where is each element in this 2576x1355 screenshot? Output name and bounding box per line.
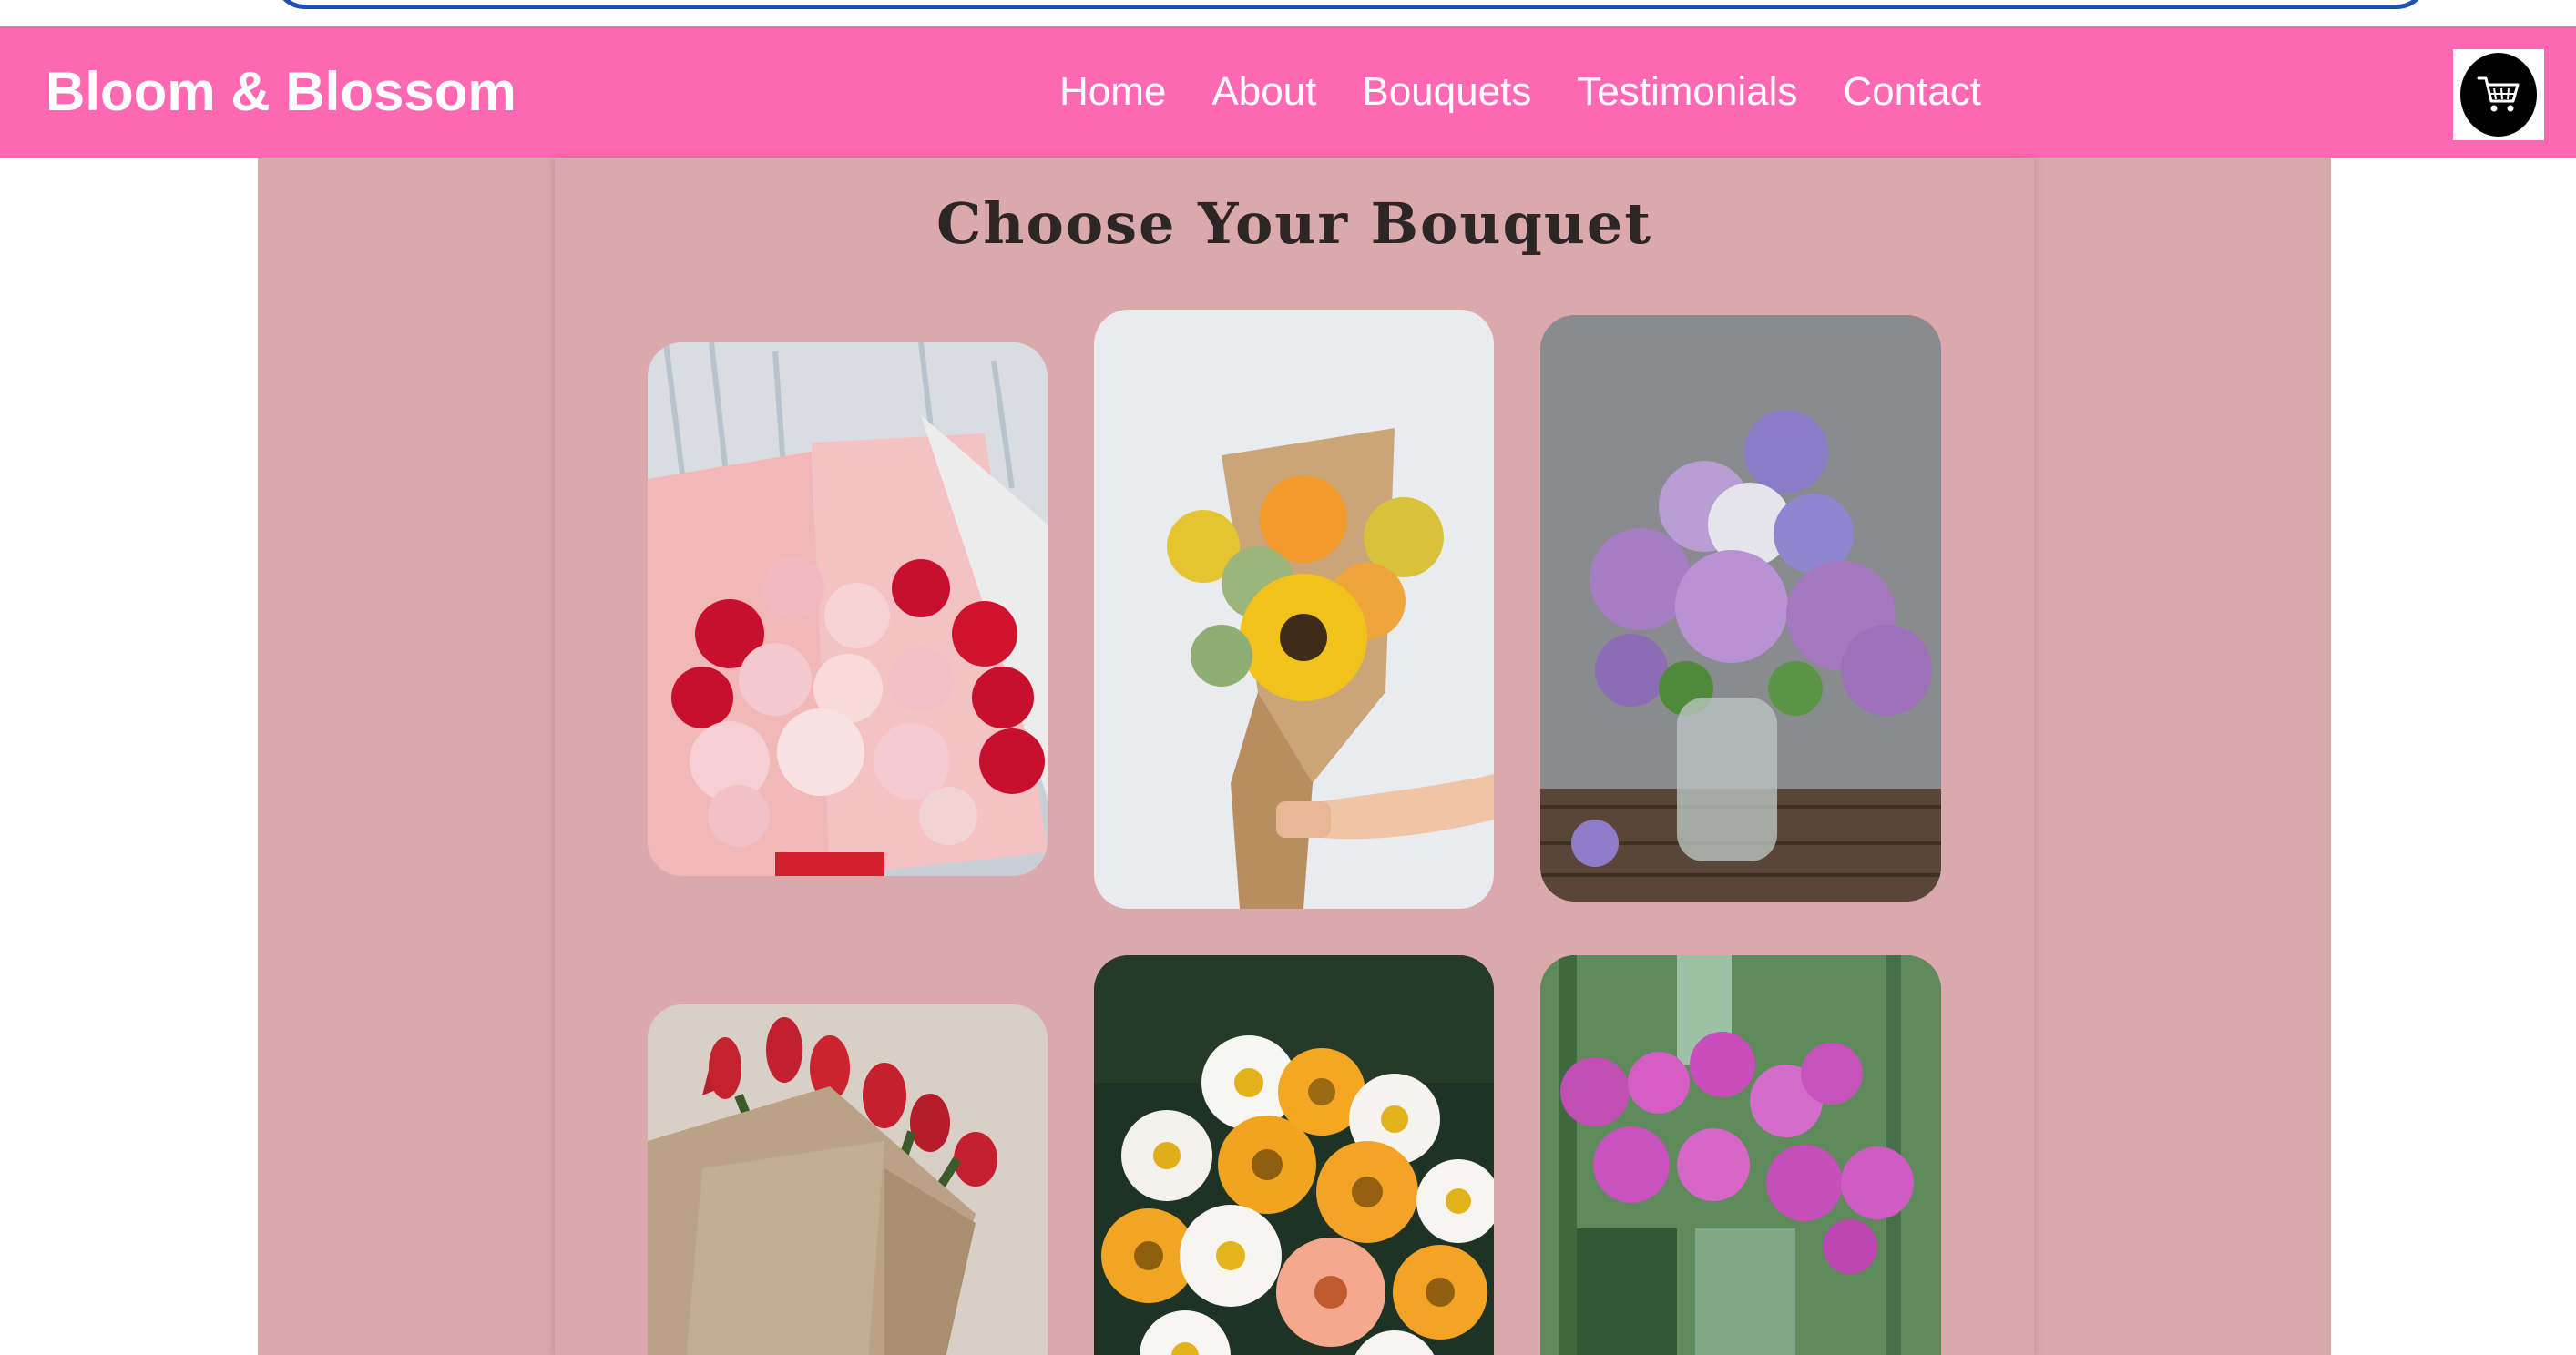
brand-logo[interactable]: Bloom & Blossom [46,26,516,158]
nav-links: Home About Bouquets Testimonials Contact [1059,26,1981,158]
sunflower-bouquet-image [1094,310,1494,909]
nav-contact[interactable]: Contact [1843,69,1981,115]
lilac-vase-image [1540,315,1941,902]
nav-testimonials[interactable]: Testimonials [1577,69,1797,115]
bouquet-card-tulips[interactable] [648,1004,1048,1355]
nav-home[interactable]: Home [1059,69,1166,115]
cart-button[interactable] [2453,49,2544,140]
roses-bouquet-image [648,342,1048,876]
daisies-bouquet-image [1094,955,1494,1355]
page: Bloom & Blossom Home About Bouquets Test… [0,0,2576,1355]
bouquet-card-lilac[interactable] [1540,315,1941,902]
cart-icon-badge [2460,53,2537,137]
bouquet-card-sunflowers[interactable] [1094,310,1494,909]
bouquet-chooser-panel: Choose Your Bouquet [555,158,2034,1355]
nav-bouquets[interactable]: Bouquets [1362,69,1531,115]
nav-about[interactable]: About [1211,69,1316,115]
top-search-bar-outline[interactable] [273,0,2428,9]
bouquet-card-daisies[interactable] [1094,955,1494,1355]
orchids-vase-image [1540,955,1941,1355]
section-title: Choose Your Bouquet [936,190,1652,257]
navbar: Bloom & Blossom Home About Bouquets Test… [0,26,2576,158]
bouquet-card-orchids[interactable] [1540,955,1941,1355]
shopping-cart-icon [2477,76,2520,112]
tulips-bouquet-image [648,1004,1048,1355]
bouquet-card-roses[interactable] [648,342,1048,876]
